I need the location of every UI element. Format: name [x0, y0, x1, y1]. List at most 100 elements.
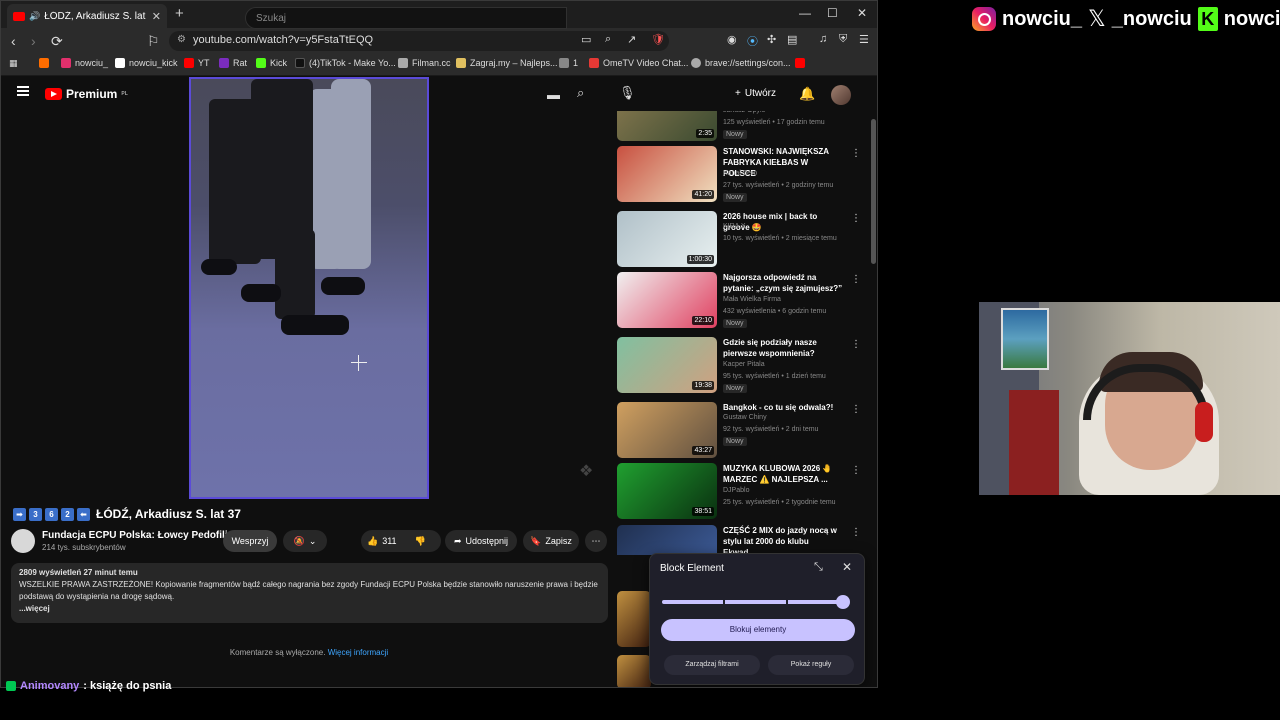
recommendation-title[interactable]: CZĘŚĆ 2 MIX do jazdy nocą w stylu lat 20… — [723, 525, 843, 555]
bookmark-item[interactable]: OmeTV Video Chat... — [589, 58, 688, 68]
bookmark-item[interactable]: Zagraj.my – Najleps... — [456, 58, 558, 68]
sidebar-icon[interactable]: ▤ — [787, 33, 797, 46]
more-actions-icon[interactable]: ⋯ — [585, 530, 607, 552]
share-icon[interactable]: ↗ — [627, 33, 636, 46]
more-options-icon[interactable]: ⋮ — [851, 339, 861, 350]
recommendation-item[interactable]: 1:00:30 2026 house mix | back to groove 🤩… — [617, 211, 867, 269]
bookmark-item[interactable]: (4)TikTok - Make Yo... — [295, 58, 396, 68]
forward-button[interactable]: › — [31, 33, 36, 49]
close-icon[interactable]: ✕ — [842, 560, 852, 574]
recommendation-item[interactable]: 22:10 Najgorsza odpowiedź na pytanie: „cz… — [617, 272, 867, 330]
address-bar[interactable]: ⚙ youtube.com/watch?v=y5FstaTtEQQ — [169, 31, 669, 51]
video-thumbnail[interactable]: 1:00:30 — [617, 211, 717, 267]
recommendation-item[interactable]: 2:35 Janusz Opyio 125 wyświetleń • 17 godz… — [617, 111, 867, 141]
recommendation-channel[interactable]: Kacper Pitala — [723, 361, 765, 368]
tab-audio-icon[interactable]: 🔊 — [29, 11, 40, 22]
recommendation-item[interactable]: 38:51 MUZYKA KLUBOWA 2026 🤚 MARZEC ⚠️ NAJ… — [617, 463, 867, 521]
bookmark-item[interactable]: nowciu_ — [61, 58, 108, 68]
keyboard-icon[interactable]: ▬ — [547, 87, 560, 102]
account-avatar[interactable] — [831, 85, 851, 105]
search-input[interactable]: Szukaj — [245, 7, 567, 29]
voice-search-icon[interactable]: 🎙 — [619, 85, 636, 101]
maximize-button[interactable]: ☐ — [827, 6, 838, 20]
recommendation-item[interactable]: 19:38 Gdzie się podziały nasze pierwsze w… — [617, 337, 867, 395]
recommendation-item[interactable]: 43:27 Bangkok - co tu się odwala?! Gustaw … — [617, 402, 867, 460]
recommendation-title[interactable]: Gdzie się podziały nasze pierwsze wspomn… — [723, 337, 843, 359]
video-thumbnail[interactable]: 22:10 — [617, 272, 717, 328]
recommendation-channel[interactable]: KIRA X — [723, 223, 746, 230]
browser-tab-active[interactable]: 🔊 ŁÓDŹ, Arkadiusz S. lat 37 ✕ — [7, 4, 167, 28]
recommendation-title[interactable]: Bangkok - co tu się odwala?! — [723, 402, 843, 413]
more-options-icon[interactable]: ⋮ — [851, 404, 861, 415]
more-options-icon[interactable]: ⋮ — [851, 274, 861, 285]
more-options-icon[interactable]: ⋮ — [851, 213, 861, 224]
guide-menu-icon[interactable] — [17, 86, 29, 96]
video-thumbnail[interactable] — [617, 591, 651, 647]
menu-icon[interactable]: ☰ — [859, 33, 869, 46]
new-tab-button[interactable]: + — [175, 5, 184, 22]
bookmark-item[interactable] — [39, 58, 49, 68]
tab-close-icon[interactable]: ✕ — [152, 10, 161, 23]
minimize-icon[interactable]: ⤡ — [814, 561, 823, 574]
bookmark-item[interactable]: Filman.cc — [398, 58, 451, 68]
video-thumbnail[interactable] — [617, 655, 651, 687]
search-icon[interactable]: ⌕ — [577, 85, 584, 101]
create-button[interactable]: + Utwórz — [735, 88, 776, 99]
channel-name[interactable]: Fundacja ECPU Polska: Łowcy Pedofili — [42, 530, 228, 541]
minimize-button[interactable]: — — [799, 6, 811, 20]
more-info-link[interactable]: Więcej informacji — [328, 648, 388, 657]
slider-handle[interactable] — [836, 595, 850, 609]
recommendation-channel[interactable]: DJPablo — [723, 487, 749, 494]
block-elements-button[interactable]: Blokuj elementy — [661, 619, 855, 641]
video-thumbnail[interactable]: 38:51 — [617, 463, 717, 519]
brave-shield-icon[interactable]: 🛡 — [651, 33, 665, 46]
like-count[interactable]: 311 — [382, 536, 396, 546]
notification-bell-dropdown[interactable]: 🔕 ⌄ — [283, 530, 327, 552]
more-options-icon[interactable]: ⋮ — [851, 465, 861, 476]
save-button[interactable]: 🔖 Zapisz — [523, 530, 579, 552]
youtube-logo[interactable]: Premium PL — [45, 87, 128, 101]
extension-icon[interactable]: ◉ — [727, 33, 737, 46]
video-player[interactable] — [189, 77, 429, 499]
recommendation-title[interactable]: Najgorsza odpowiedź na pytanie: „czym si… — [723, 272, 843, 294]
recommendation-channel[interactable]: Mała Wielka Firma — [723, 296, 781, 303]
bookmark-item[interactable]: 1 — [559, 58, 578, 68]
recommendation-item[interactable]: 41:20 STANOWSKI: NAJWIĘKSZA FABRYKA KIEŁB… — [617, 146, 867, 204]
like-icon[interactable]: 👍 — [367, 536, 378, 547]
more-options-icon[interactable]: ⋮ — [851, 148, 861, 159]
recommendation-item[interactable]: CZĘŚĆ 2 MIX do jazdy nocą w stylu lat 20… — [617, 525, 867, 555]
bookmark-item[interactable] — [795, 58, 805, 68]
bookmark-item[interactable]: Rat — [219, 58, 247, 68]
manage-filters-button[interactable]: Zarządzaj filtrami — [664, 655, 760, 675]
channel-watermark-icon[interactable]: ❖ — [579, 461, 593, 481]
window-close-button[interactable]: ✕ — [857, 6, 867, 20]
vpn-icon[interactable]: ⦿ — [747, 33, 758, 49]
bookmark-item[interactable]: YT — [184, 58, 210, 68]
site-settings-icon[interactable]: ⚙ — [177, 34, 186, 45]
channel-avatar[interactable] — [11, 529, 35, 553]
bookmark-item[interactable]: nowciu_kick — [115, 58, 178, 68]
notifications-icon[interactable]: 🔔 — [799, 86, 815, 102]
video-thumbnail[interactable] — [617, 525, 717, 555]
support-button[interactable]: Wesprzyj — [223, 530, 277, 552]
cast-icon[interactable]: ▭ — [581, 33, 591, 46]
description-box[interactable]: 2809 wyświetleń 27 minut temu WSZELKIE P… — [11, 563, 608, 623]
back-button[interactable]: ‹ — [11, 33, 16, 49]
dislike-icon[interactable]: 👎 — [415, 536, 426, 547]
wallet-icon[interactable]: ⛨ — [839, 33, 847, 46]
zoom-icon[interactable]: ⌕ — [605, 33, 611, 46]
reload-button[interactable]: ⟳ — [51, 33, 63, 50]
show-more-link[interactable]: ...więcej — [19, 603, 600, 615]
show-rules-button[interactable]: Pokaż reguły — [768, 655, 854, 675]
apps-icon[interactable]: ▦ — [9, 58, 18, 69]
recommendation-channel[interactable]: Gustaw Chiny — [723, 414, 767, 421]
video-thumbnail[interactable]: 43:27 — [617, 402, 717, 458]
selection-slider[interactable] — [662, 600, 846, 604]
bookmark-star-icon[interactable]: ⚐ — [147, 33, 160, 50]
extensions-puzzle-icon[interactable]: ✣ — [767, 33, 776, 46]
video-thumbnail[interactable]: 2:35 — [617, 111, 717, 141]
recommendation-channel[interactable]: Kanał Zero — [723, 170, 757, 177]
more-options-icon[interactable]: ⋮ — [851, 527, 861, 538]
share-button[interactable]: ➦ Udostępnij — [445, 530, 517, 552]
media-icon[interactable]: ♫ — [819, 33, 827, 45]
